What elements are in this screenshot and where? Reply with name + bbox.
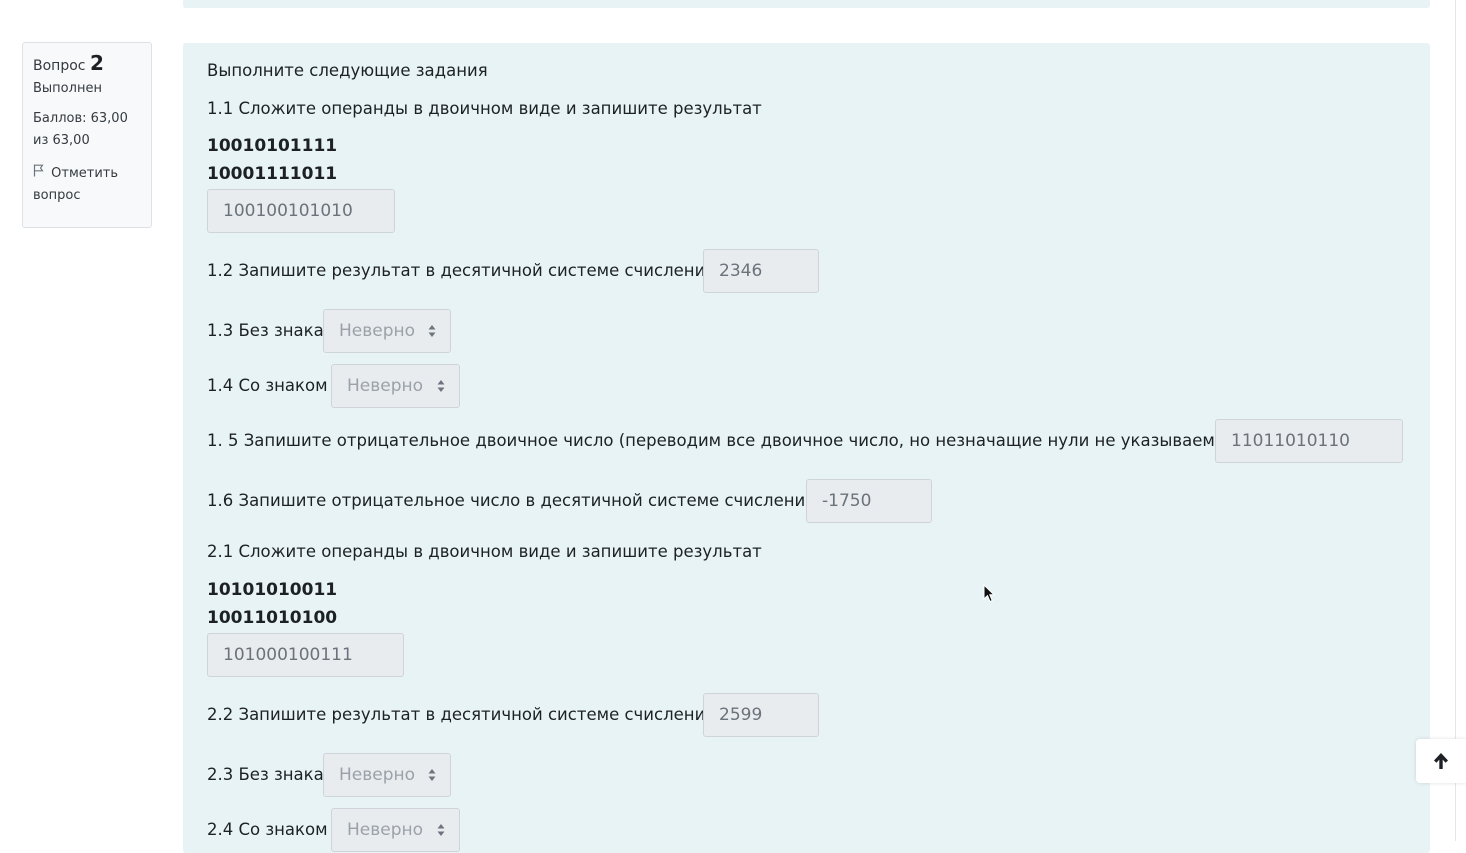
flag-icon [33, 162, 47, 184]
grade-line-2: из 63,00 [33, 133, 90, 148]
task-2-3-text: 2.3 Без знака [207, 765, 324, 784]
operand-1-b: 10001111011 [207, 164, 338, 184]
task-1-6-text: 1.6 Запишите отрицательное число в десят… [207, 491, 816, 510]
question-intro: Выполните следующие задания [207, 61, 488, 80]
flag-question-link[interactable]: Отметить вопрос [33, 162, 141, 207]
question-info-panel: Вопрос 2 Выполнен Баллов: 63,00 из 63,00… [22, 42, 152, 228]
sort-caret-icon [428, 325, 436, 337]
grade-line-1: Баллов: 63,00 [33, 111, 128, 126]
answer-2-2-input[interactable]: 2599 [703, 693, 819, 737]
task-1-4-text: 1.4 Со знаком [207, 376, 328, 395]
question-grade: Баллов: 63,00 из 63,00 [33, 108, 141, 152]
question-label: Вопрос [33, 58, 86, 74]
task-2-2-text: 2.2 Запишите результат в десятичной сист… [207, 705, 716, 724]
answer-1-5-input[interactable]: 11011010110 [1215, 419, 1403, 463]
task-1-5-text: 1. 5 Запишите отрицательное двоичное чис… [207, 431, 1222, 450]
sort-caret-icon [437, 824, 445, 836]
arrow-up-icon [1434, 753, 1448, 769]
operand-1-a: 10010101111 [207, 136, 338, 156]
answer-1-3-value: Неверно [339, 321, 416, 341]
task-1-2-text: 1.2 Запишите результат в десятичной сист… [207, 261, 716, 280]
sort-caret-icon [437, 380, 445, 392]
mouse-cursor-icon [983, 584, 995, 603]
question-number: Вопрос 2 [33, 51, 141, 75]
operand-2-a: 10101010011 [207, 580, 338, 600]
answer-2-4-select[interactable]: Неверно [331, 808, 460, 852]
answer-1-1-input[interactable]: 100100101010 [207, 189, 395, 233]
question-state: Выполнен [33, 81, 102, 96]
back-to-top-button[interactable] [1416, 739, 1466, 783]
answer-1-6-input[interactable]: -1750 [806, 479, 932, 523]
question-number-value: 2 [89, 51, 104, 75]
answer-1-4-value: Неверно [347, 376, 424, 396]
answer-1-2-input[interactable]: 2346 [703, 249, 819, 293]
flag-label-1: Отметить [51, 166, 119, 181]
task-2-1-text: 2.1 Сложите операнды в двоичном виде и з… [207, 542, 762, 561]
answer-2-4-value: Неверно [347, 820, 424, 840]
answer-1-4-select[interactable]: Неверно [331, 364, 460, 408]
answer-2-1-input[interactable]: 101000100111 [207, 633, 404, 677]
question-formulation: Выполните следующие задания 1.1 Сложите … [183, 43, 1430, 853]
task-2-4-text: 2.4 Со знаком [207, 820, 328, 839]
page-edge-line [1455, 0, 1456, 841]
task-1-1-text: 1.1 Сложите операнды в двоичном виде и з… [207, 99, 762, 118]
answer-2-3-select[interactable]: Неверно [323, 753, 451, 797]
answer-1-3-select[interactable]: Неверно [323, 309, 451, 353]
previous-question-bottom [183, 0, 1430, 8]
flag-label-2: вопрос [33, 188, 81, 203]
operand-2-b: 10011010100 [207, 608, 338, 628]
task-1-3-text: 1.3 Без знака [207, 321, 324, 340]
answer-2-3-value: Неверно [339, 765, 416, 785]
sort-caret-icon [428, 769, 436, 781]
